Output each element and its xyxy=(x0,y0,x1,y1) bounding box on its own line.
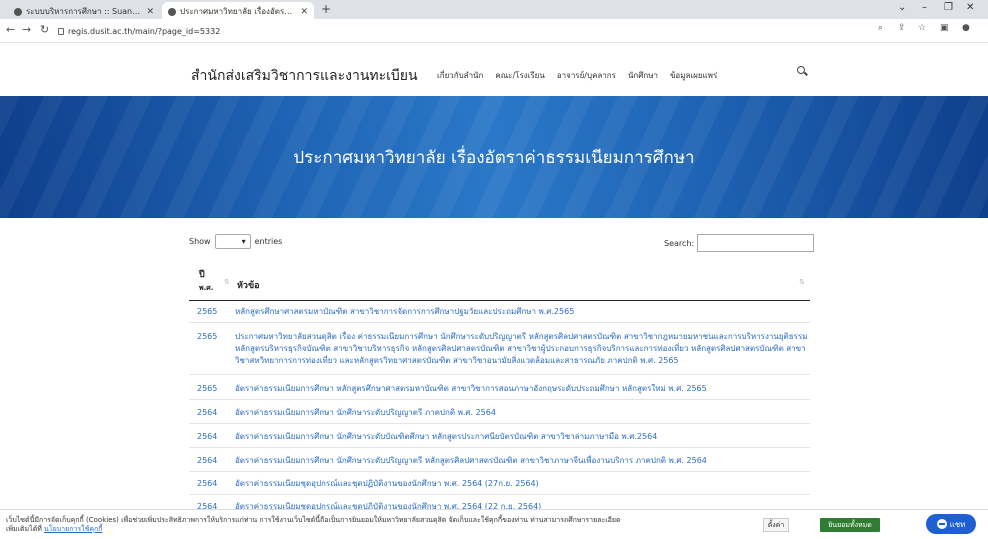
row-topic-link[interactable]: อัตราค่าธรรมเนียมการศึกษา หลักสูตรศึกษาศ… xyxy=(235,383,810,395)
entries-control: Show ▾ entries xyxy=(189,234,282,249)
row-topic-link[interactable]: อัตราค่าธรรมเนียมการศึกษา นักศึกษาระดับบ… xyxy=(235,431,810,443)
tab-list-icon[interactable]: ⌄ xyxy=(898,2,906,13)
close-tab-icon[interactable]: ✕ xyxy=(300,7,308,17)
nav-item-about[interactable]: เกี่ยวกับสำนัก xyxy=(437,69,483,82)
close-window-icon[interactable]: ✕ xyxy=(966,2,974,13)
site-title[interactable]: สำนักส่งเสริมวิชาการและงานทะเบียน xyxy=(191,65,418,87)
new-tab-icon[interactable]: + xyxy=(321,2,331,16)
row-year: 2564 xyxy=(197,456,218,465)
row-topic-link[interactable]: หลักสูตรศึกษาศาสตรมหาบัณฑิต สาขาวิชาการจ… xyxy=(235,306,810,318)
cookie-settings-button[interactable]: ตั้งค่า xyxy=(763,518,789,532)
table-row: 2565 หลักสูตรศึกษาศาสตรมหาบัณฑิต สาขาวิช… xyxy=(189,306,810,323)
row-topic-link[interactable]: อัตราค่าธรรมเนียมการศึกษา นักศึกษาระดับป… xyxy=(235,455,810,467)
table-row: 2565 ประกาศมหาวิทยาลัยสวนดุสิต เรื่อง ค่… xyxy=(189,331,810,375)
nav-item-staff[interactable]: อาจารย์/บุคลากร xyxy=(557,69,616,82)
row-topic-link[interactable]: อัตราค่าธรรมเนียมชุดอุปกรณ์และชุดปฏิบัติ… xyxy=(235,478,810,490)
search-icon[interactable] xyxy=(797,66,808,77)
chat-label: แชท xyxy=(949,519,966,529)
column-header-year[interactable]: ปี พ.ศ. xyxy=(199,269,213,295)
search-input[interactable] xyxy=(697,234,815,252)
url-field[interactable]: regis.dusit.ac.th/main/?page_id=5332 xyxy=(58,23,220,39)
row-year: 2565 xyxy=(197,332,218,341)
nav-item-faculty[interactable]: คณะ/โรงเรียน xyxy=(495,69,544,82)
entries-label: entries xyxy=(254,237,283,246)
row-topic-link[interactable]: อัตราค่าธรรมเนียมการศึกษา นักศึกษาระดับป… xyxy=(235,407,810,419)
row-year: 2565 xyxy=(197,384,218,393)
entries-select[interactable]: ▾ xyxy=(214,234,251,249)
browser-tab-title: ระบบบริหารการศึกษา :: Suan Dusit U xyxy=(26,7,142,16)
messenger-icon xyxy=(936,519,947,529)
row-year: 2564 xyxy=(197,432,218,441)
table-row: 2564 อัตราค่าธรรมเนียมการศึกษา นักศึกษาร… xyxy=(189,407,810,424)
row-year: 2564 xyxy=(197,408,218,417)
accept-all-button[interactable]: ยินยอมทั้งหมด xyxy=(820,518,880,532)
nav-item-publications[interactable]: ข้อมูลเผยแพร่ xyxy=(670,69,717,82)
sort-icon[interactable]: ⇅ xyxy=(224,278,230,286)
search-label: Search: xyxy=(664,238,695,248)
row-topic-link[interactable]: ประกาศมหาวิทยาลัยสวนดุสิต เรื่อง ค่าธรรม… xyxy=(235,331,810,367)
url-text: regis.dusit.ac.th/main/?page_id=5332 xyxy=(68,26,221,36)
restore-icon[interactable]: ❐ xyxy=(944,2,953,13)
table-row: 2564 อัตราค่าธรรมเนียมการศึกษา นักศึกษาร… xyxy=(189,431,810,448)
browser-tab-active[interactable]: ประกาศมหาวิทยาลัย เรื่องอัตราค่าธรรม ✕ xyxy=(162,2,314,19)
zoom-icon[interactable]: ⌕ xyxy=(878,23,883,33)
nav-item-students[interactable]: นักศึกษา xyxy=(628,69,658,82)
forward-icon[interactable]: → xyxy=(22,23,31,36)
globe-icon xyxy=(14,7,22,16)
close-tab-icon[interactable]: ✕ xyxy=(146,7,154,17)
browser-tab-title: ประกาศมหาวิทยาลัย เรื่องอัตราค่าธรรม xyxy=(180,7,296,16)
cookie-policy-link[interactable]: นโยบายการใช้คุกกี้ xyxy=(44,525,102,533)
table-row: 2565 อัตราค่าธรรมเนียมการศึกษา หลักสูตรศ… xyxy=(189,383,810,400)
page-banner: ประกาศมหาวิทยาลัย เรื่องอัตราค่าธรรมเนีย… xyxy=(0,96,988,218)
table-row: 2564 อัตราค่าธรรมเนียมการศึกษา นักศึกษาร… xyxy=(189,455,810,472)
show-label: Show xyxy=(189,237,211,246)
minimize-icon[interactable]: – xyxy=(922,2,927,13)
lock-icon xyxy=(58,27,64,35)
globe-icon xyxy=(168,7,176,16)
browser-tab[interactable]: ระบบบริหารการศึกษา :: Suan Dusit U ✕ xyxy=(8,2,160,19)
sort-icon[interactable]: ⇅ xyxy=(799,278,805,286)
cookie-consent-bar: เว็บไซต์นี้มีการจัดเก็บคุกกี้ (Cookies) … xyxy=(0,509,988,539)
chevron-down-icon: ▾ xyxy=(241,237,246,246)
row-year: 2565 xyxy=(197,307,218,316)
chat-button[interactable]: แชท xyxy=(926,514,976,534)
row-year: 2564 xyxy=(197,479,218,488)
browser-tab-bar: ระบบบริหารการศึกษา :: Suan Dusit U ✕ ประ… xyxy=(0,0,988,19)
reload-icon[interactable]: ↻ xyxy=(40,23,49,36)
profile-icon[interactable]: ● xyxy=(962,23,970,33)
bookmark-star-icon[interactable]: ☆ xyxy=(918,23,926,33)
side-panel-icon[interactable]: ▣ xyxy=(940,23,949,33)
site-nav: เกี่ยวกับสำนัก คณะ/โรงเรียน อาจารย์/บุคล… xyxy=(437,69,717,82)
site-header: สำนักส่งเสริมวิชาการและงานทะเบียน เกี่ยว… xyxy=(0,44,988,96)
address-bar-row: ← → ↻ regis.dusit.ac.th/main/?page_id=53… xyxy=(0,19,988,43)
back-icon[interactable]: ← xyxy=(6,23,15,36)
page-title: ประกาศมหาวิทยาลัย เรื่องอัตราค่าธรรมเนีย… xyxy=(293,148,695,168)
cookie-text: เว็บไซต์นี้มีการจัดเก็บคุกกี้ (Cookies) … xyxy=(6,516,621,533)
table-search: Search: xyxy=(664,234,815,252)
column-header-topic[interactable]: หัวข้อ xyxy=(237,278,260,292)
table-header: ปี พ.ศ. ⇅ หัวข้อ ⇅ xyxy=(189,265,810,301)
share-icon[interactable]: ⇪ xyxy=(898,23,906,33)
table-row: 2564 อัตราค่าธรรมเนียมชุดอุปกรณ์และชุดปฏ… xyxy=(189,478,810,495)
